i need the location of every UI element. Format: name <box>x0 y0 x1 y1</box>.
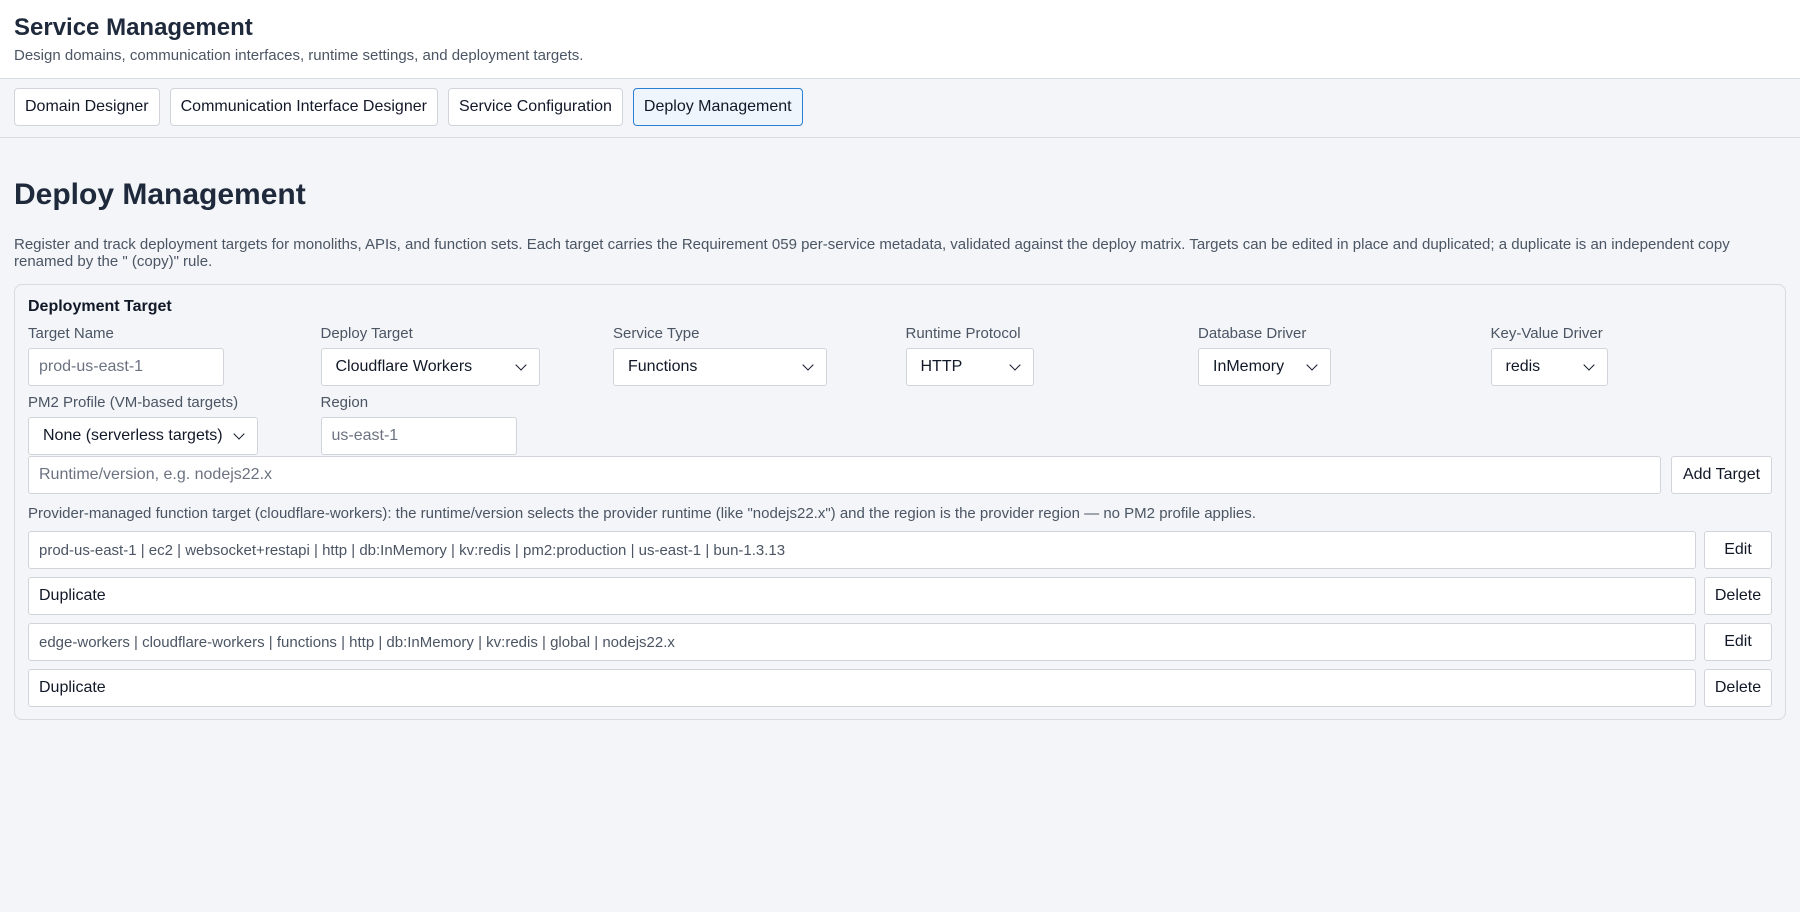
tab-communication-interface-designer[interactable]: Communication Interface Designer <box>169 88 438 126</box>
kv-driver-label: Key-Value Driver <box>1490 325 1603 342</box>
pm2-profile-select[interactable]: None (serverless targets) <box>28 417 258 455</box>
kv-driver-select[interactable]: redis <box>1490 348 1608 386</box>
runtime-row: Add Target <box>28 456 1772 494</box>
target-name-field: Target Name <box>28 325 321 386</box>
service-type-select[interactable]: Functions <box>613 348 827 386</box>
target-actions-row: Duplicate Delete <box>28 669 1772 707</box>
deploy-target-label: Deploy Target <box>320 325 413 342</box>
region-field: Region <box>320 394 614 455</box>
add-target-button[interactable]: Add Target <box>1671 456 1772 494</box>
delete-button[interactable]: Delete <box>1704 669 1772 707</box>
page-description: Register and track deployment targets fo… <box>14 236 1730 270</box>
duplicate-button[interactable]: Duplicate <box>28 669 1696 707</box>
chevron-down-icon <box>514 359 527 371</box>
deployment-target-panel: Deployment Target Target Name Deploy Tar… <box>14 284 1786 720</box>
duplicate-button[interactable]: Duplicate <box>28 577 1696 615</box>
pm2-profile-label: PM2 Profile (VM-based targets) <box>28 394 239 411</box>
app-subtitle: Design domains, communication interfaces… <box>14 47 584 64</box>
target-name-label: Target Name <box>28 325 114 342</box>
pm2-profile-field: PM2 Profile (VM-based targets) None (ser… <box>28 394 321 455</box>
field-row-secondary: PM2 Profile (VM-based targets) None (ser… <box>28 394 1772 455</box>
target-summary: edge-workers | cloudflare-workers | func… <box>28 623 1696 661</box>
service-type-field: Service Type Functions <box>613 325 906 386</box>
target-summary: prod-us-east-1 | ec2 | websocket+restapi… <box>28 531 1696 569</box>
runtime-protocol-value: HTTP <box>920 358 963 375</box>
edit-button[interactable]: Edit <box>1704 531 1772 569</box>
panel-title: Deployment Target <box>28 298 172 315</box>
chevron-down-icon <box>802 359 814 371</box>
field-row-primary: Target Name Deploy Target Cloudflare Wor… <box>28 325 1772 386</box>
chevron-down-icon <box>233 428 245 440</box>
database-driver-value: InMemory <box>1213 358 1285 375</box>
region-label: Region <box>320 394 369 411</box>
chevron-down-icon <box>1582 359 1595 371</box>
app-header: Service Management Design domains, commu… <box>0 0 1800 79</box>
pm2-profile-value: None (serverless targets) <box>43 427 223 444</box>
tab-service-configuration[interactable]: Service Configuration <box>447 88 623 126</box>
service-type-label: Service Type <box>613 325 700 342</box>
deploy-target-value: Cloudflare Workers <box>335 358 473 375</box>
region-input[interactable] <box>320 417 517 455</box>
target-row: prod-us-east-1 | ec2 | websocket+restapi… <box>28 531 1772 569</box>
service-type-value: Functions <box>628 358 698 375</box>
runtime-version-input[interactable] <box>28 456 1661 494</box>
kv-driver-field: Key-Value Driver redis <box>1490 325 1784 386</box>
page-title: Deploy Management <box>14 178 306 211</box>
tab-domain-designer[interactable]: Domain Designer <box>14 88 160 126</box>
chevron-down-icon <box>1008 359 1021 371</box>
kv-driver-value: redis <box>1505 358 1541 375</box>
deploy-target-select[interactable]: Cloudflare Workers <box>320 348 540 386</box>
database-driver-select[interactable]: InMemory <box>1198 348 1331 386</box>
runtime-protocol-select[interactable]: HTTP <box>905 348 1034 386</box>
edit-button[interactable]: Edit <box>1704 623 1772 661</box>
tab-bar: Domain Designer Communication Interface … <box>0 79 1800 138</box>
main-content: Deploy Management Register and track dep… <box>0 177 1800 720</box>
chevron-down-icon <box>1306 359 1318 371</box>
app-title: Service Management <box>14 14 253 41</box>
runtime-protocol-field: Runtime Protocol HTTP <box>905 325 1199 386</box>
target-row: edge-workers | cloudflare-workers | func… <box>28 623 1772 661</box>
target-name-input[interactable] <box>28 348 224 386</box>
database-driver-label: Database Driver <box>1198 325 1307 342</box>
runtime-protocol-label: Runtime Protocol <box>905 325 1021 342</box>
deploy-target-field: Deploy Target Cloudflare Workers <box>320 325 614 386</box>
target-actions-row: Duplicate Delete <box>28 577 1772 615</box>
tab-deploy-management[interactable]: Deploy Management <box>632 88 803 126</box>
provider-hint: Provider-managed function target (cloudf… <box>28 505 1256 522</box>
delete-button[interactable]: Delete <box>1704 577 1772 615</box>
database-driver-field: Database Driver InMemory <box>1198 325 1491 386</box>
